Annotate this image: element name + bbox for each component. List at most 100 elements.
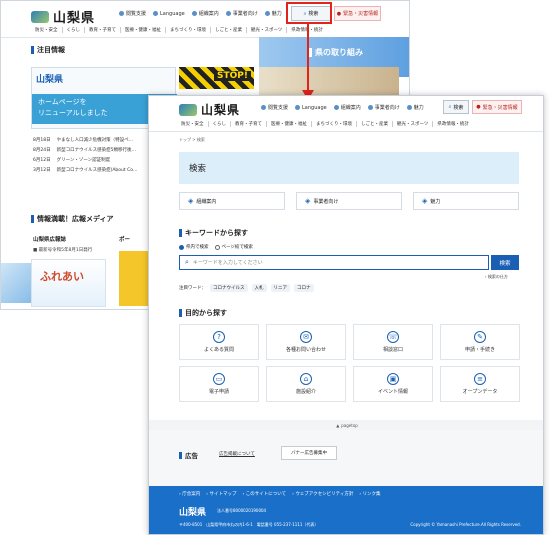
news-date: 3月12日 (33, 168, 51, 173)
radio-page[interactable] (214, 244, 220, 250)
footer-link-label: このサイトについて (245, 492, 287, 497)
utility-toolbar: 閲覧支援 Language 組織案内 事業者向け 魅力 (261, 104, 424, 111)
toolbar-item[interactable]: 事業者向け (225, 10, 258, 17)
toolbar-item-label: Language (302, 104, 327, 111)
nav-item[interactable]: 医療・健康・福祉 (120, 27, 165, 33)
globe-icon (153, 11, 159, 16)
news-item[interactable]: 6月12日 グリーン・ゾーン認証制度 (33, 156, 137, 166)
emergency-button[interactable]: ● 緊急・災害情報 (472, 100, 522, 114)
search-help-link[interactable]: › 検索の仕方 (485, 274, 508, 280)
footer-links: › 庁舎案内 › サイトマップ › このサイトについて › ウェブアクセシビリティ方針… (179, 491, 381, 497)
quick-link-label: 組織案内 (196, 198, 217, 205)
popular-word[interactable]: コロナ (294, 284, 314, 292)
nav-item[interactable]: まちづくり・環境 (311, 121, 356, 127)
purpose-card[interactable]: ✉ 各種お問い合わせ (266, 324, 346, 360)
site-logo[interactable]: 山梨県 (31, 7, 95, 26)
quick-link-building[interactable]: ◈ 事業者向け (296, 192, 402, 210)
logo-mark (31, 10, 49, 23)
toolbar-item[interactable]: 組織案内 (333, 104, 361, 111)
accessibility-icon (119, 11, 124, 16)
quick-link-org[interactable]: ◈ 組織案内 (179, 192, 285, 210)
media-title: 情報満載！広報メディア (37, 215, 114, 223)
popular-word[interactable]: 入札 (251, 284, 267, 292)
news-item[interactable]: 8月24日 新型コロナウイルス感染症5類移行後… (33, 146, 137, 156)
nav-item[interactable]: くらし (61, 27, 85, 33)
news-text: 新型コロナウイルス感染症5類移行後… (56, 148, 136, 153)
footer-link[interactable]: › 庁舎案内 (179, 491, 200, 497)
purpose-heading: 目的から探す (179, 308, 227, 318)
purpose-card[interactable]: ▭ 電子申請 (179, 366, 259, 402)
footer-link[interactable]: › このサイトについて (242, 491, 286, 497)
emergency-button[interactable]: ● 緊急・災害情報 (334, 6, 381, 21)
magazine-cover[interactable]: ふれあい (31, 259, 106, 307)
breadcrumb[interactable]: トップ > 検索 (179, 137, 205, 143)
news-item[interactable]: 3月12日 新型コロナウイルス感染症(About Co… (33, 166, 137, 176)
star-icon: ◈ (422, 197, 428, 205)
alert-icon: ● (476, 104, 481, 110)
notice-heading: 注目情報 (31, 45, 65, 55)
quick-link-label: 事業者向け (313, 198, 339, 205)
ad-about-link[interactable]: 広告掲載について (219, 451, 255, 457)
toolbar-item[interactable]: 魅力 (406, 104, 424, 111)
nav-item[interactable]: 観光・スポーツ (246, 27, 286, 33)
ad-banner-button[interactable]: バナー広告募集中 (281, 446, 337, 460)
purpose-card-label: イベント情報 (377, 389, 408, 395)
portal-image[interactable] (119, 251, 149, 306)
nav-item[interactable]: まちづくり・環境 (165, 27, 210, 33)
page-title-bar: 検索 (179, 152, 519, 184)
footer-link[interactable]: › ウェブアクセシビリティ方針 (292, 491, 353, 497)
toolbar-item[interactable]: 閲覧支援 (261, 104, 288, 111)
purpose-card[interactable]: ▣ イベント情報 (353, 366, 433, 402)
toolbar-item[interactable]: 事業者向け (367, 104, 400, 111)
toolbar-item-label: Language (160, 10, 185, 17)
popular-word[interactable]: リニア (270, 284, 290, 292)
toolbar-item[interactable]: 組織案内 (191, 10, 219, 17)
purpose-card[interactable]: ✎ 申請・手続き (440, 324, 520, 360)
ad-banner-label: バナー広告募集中 (291, 451, 327, 456)
arrow-line (307, 24, 309, 94)
nav-item[interactable]: くらし (207, 121, 231, 127)
nav-item[interactable]: しごと・産業 (210, 27, 246, 33)
nav-item[interactable]: 観光・スポーツ (392, 121, 432, 127)
purpose-card-label: 相談窓口 (382, 347, 403, 353)
quick-link-star[interactable]: ◈ 魅力 (413, 192, 519, 210)
news-item[interactable]: 8月18日 やまなし人口減少危機対策（特設ペ… (33, 136, 137, 146)
search-highlight (286, 2, 332, 24)
pagetop-bar[interactable]: ▲ pagetop (149, 420, 543, 430)
toolbar-item[interactable]: 魅力 (264, 10, 282, 17)
footer-link[interactable]: › リンク集 (359, 491, 380, 497)
ad-section: 広告 広告掲載について バナー広告募集中 (149, 430, 543, 486)
purpose-card[interactable]: ≡ オープンデータ (440, 366, 520, 402)
nav-item[interactable]: 防災・安全 (31, 27, 62, 33)
news-date: 6月12日 (33, 158, 51, 163)
site-logo[interactable]: 山梨県 (179, 101, 240, 118)
keyword-search-button-label: 検索 (499, 260, 511, 267)
toolbar-item[interactable]: Language (153, 10, 185, 17)
popular-word[interactable]: コロナウイルス (210, 284, 248, 292)
nav-item[interactable]: 防災・安全 (177, 121, 208, 127)
stop-banner[interactable]: STOP! (179, 67, 254, 89)
form-icon: ✎ (474, 331, 486, 343)
purpose-card[interactable]: ? よくある質問 (179, 324, 259, 360)
chevron-up-icon: ▲ (336, 422, 340, 428)
star-icon (264, 11, 270, 16)
keyword-search-button[interactable]: 検索 (491, 255, 519, 270)
purpose-card[interactable]: ⌂ 施設紹介 (266, 366, 346, 402)
nav-item[interactable]: しごと・産業 (356, 121, 392, 127)
nav-item[interactable]: 県政情報・統計 (432, 121, 473, 127)
search-button[interactable]: ⌕ 検索 (443, 100, 469, 114)
nav-item[interactable]: 教育・子育て (84, 27, 120, 33)
radio-sitewide-label: 県内で検索 (186, 245, 209, 250)
star-icon (406, 105, 412, 110)
nav-item[interactable]: 教育・子育て (230, 121, 266, 127)
toolbar-item-label: 魅力 (413, 105, 424, 111)
footer-link[interactable]: › サイトマップ (206, 491, 236, 497)
radio-page-label: ページ絞で検索 (221, 245, 253, 250)
radio-sitewide[interactable] (179, 244, 184, 250)
toolbar-item[interactable]: 閲覧支援 (119, 10, 146, 17)
toolbar-item[interactable]: Language (295, 104, 327, 111)
purpose-card[interactable]: ☏ 相談窓口 (353, 324, 433, 360)
keyword-search-input[interactable]: ⌕ キーワードを入力してください (179, 255, 489, 270)
nav-item[interactable]: 医療・健康・福祉 (266, 121, 311, 127)
org-icon (333, 105, 339, 110)
